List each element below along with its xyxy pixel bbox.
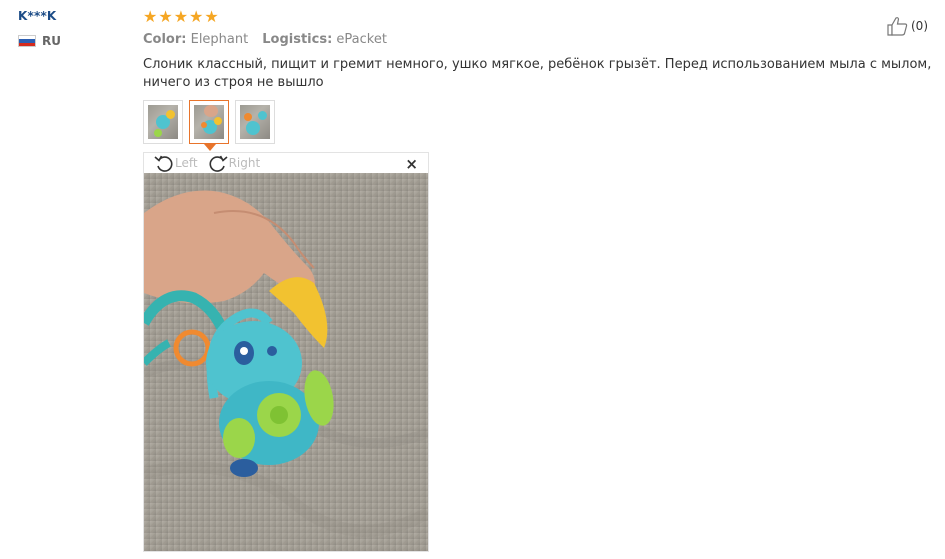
viewer-toolbar: Left Right ×: [144, 153, 428, 173]
photo-thumbnail[interactable]: [143, 100, 183, 144]
star-icon: ★: [158, 7, 173, 26]
thumbs-up-icon: [887, 17, 908, 36]
photo-viewer: Left Right ×: [143, 152, 429, 552]
photo-thumbnail[interactable]: [235, 100, 275, 144]
review-meta: Color: Elephant Logistics: ePacket: [143, 32, 938, 47]
star-icon: ★: [143, 7, 158, 26]
color-value: Elephant: [190, 32, 249, 47]
rotate-left-button[interactable]: Left: [154, 154, 198, 172]
close-icon[interactable]: ×: [405, 155, 418, 173]
rotate-right-button[interactable]: Right: [208, 154, 261, 172]
rotate-left-label: Left: [175, 156, 198, 170]
like-button[interactable]: (0): [886, 16, 928, 36]
review-text: Слоник классный, пищит и гремит немного,…: [143, 57, 932, 90]
photo-thumbnails: [143, 100, 938, 151]
review-photo: [144, 173, 428, 551]
star-icon: ★: [204, 7, 219, 26]
rotate-right-label: Right: [228, 156, 261, 170]
russia-flag-icon: [18, 35, 36, 47]
review-column: ★ ★ ★ ★ ★ (0) Color: Elephant Logistics: ePa…: [143, 6, 938, 552]
like-count: (0): [911, 19, 928, 33]
rating-stars: ★ ★ ★ ★ ★: [143, 6, 938, 28]
reviewer-country: RU: [18, 34, 128, 48]
reviewer-column: K***K RU: [18, 9, 128, 48]
photo-thumbnail-active[interactable]: [189, 100, 229, 151]
rotate-right-icon: [209, 155, 228, 172]
star-icon: ★: [173, 7, 189, 26]
reviewer-name[interactable]: K***K: [18, 9, 128, 23]
logistics-label: Logistics:: [262, 32, 333, 47]
elephant-toy-photo: [144, 173, 428, 551]
logistics-info: Logistics: ePacket: [262, 32, 387, 47]
logistics-value: ePacket: [336, 32, 387, 47]
country-code: RU: [42, 34, 61, 48]
color-label: Color:: [143, 32, 187, 47]
rotate-left-icon: [154, 155, 173, 172]
star-icon: ★: [189, 7, 204, 26]
color-info: Color: Elephant: [143, 32, 248, 47]
